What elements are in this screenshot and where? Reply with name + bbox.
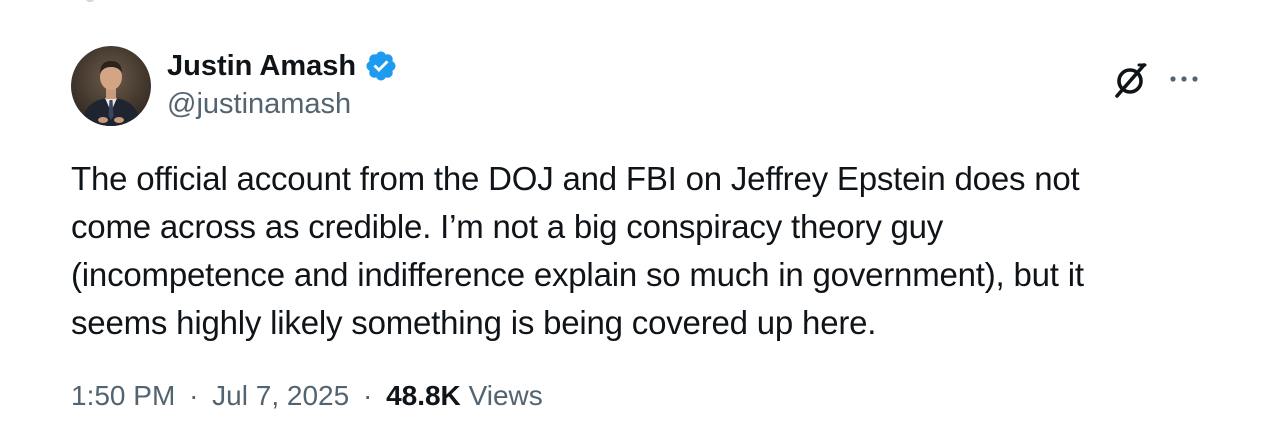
author-display-name[interactable]: Justin Amash [167, 50, 356, 83]
verified-badge-icon[interactable] [364, 49, 398, 83]
thread-connector [86, 0, 94, 2]
more-horizontal-icon[interactable] [1166, 66, 1202, 92]
avatar[interactable] [71, 46, 151, 126]
tweet-text-line: come across as credible. I’m not a big c… [71, 208, 944, 245]
tweet-time[interactable]: 1:50 PM [71, 380, 175, 411]
meta-separator: · [362, 380, 373, 411]
grok-icon[interactable] [1111, 60, 1151, 100]
tweet-text-line: The official account from the DOJ and FB… [71, 160, 1080, 197]
tweet-meta: 1:50 PM · Jul 7, 2025 · 48.8K Views [71, 380, 543, 412]
author-handle[interactable]: @justinamash [167, 88, 351, 121]
meta-separator: · [189, 380, 199, 411]
tweet-date[interactable]: Jul 7, 2025 [212, 380, 349, 411]
views-label[interactable]: Views [469, 380, 543, 411]
tweet-text: The official account from the DOJ and FB… [71, 155, 1211, 347]
views-count[interactable]: 48.8K [386, 380, 461, 411]
tweet-text-line: seems highly likely something is being c… [71, 304, 877, 341]
tweet: Justin Amash @justinamash The official a… [0, 0, 1262, 444]
author-name-row: Justin Amash [167, 48, 398, 84]
tweet-text-line: (incompetence and indifference explain s… [71, 256, 1084, 293]
